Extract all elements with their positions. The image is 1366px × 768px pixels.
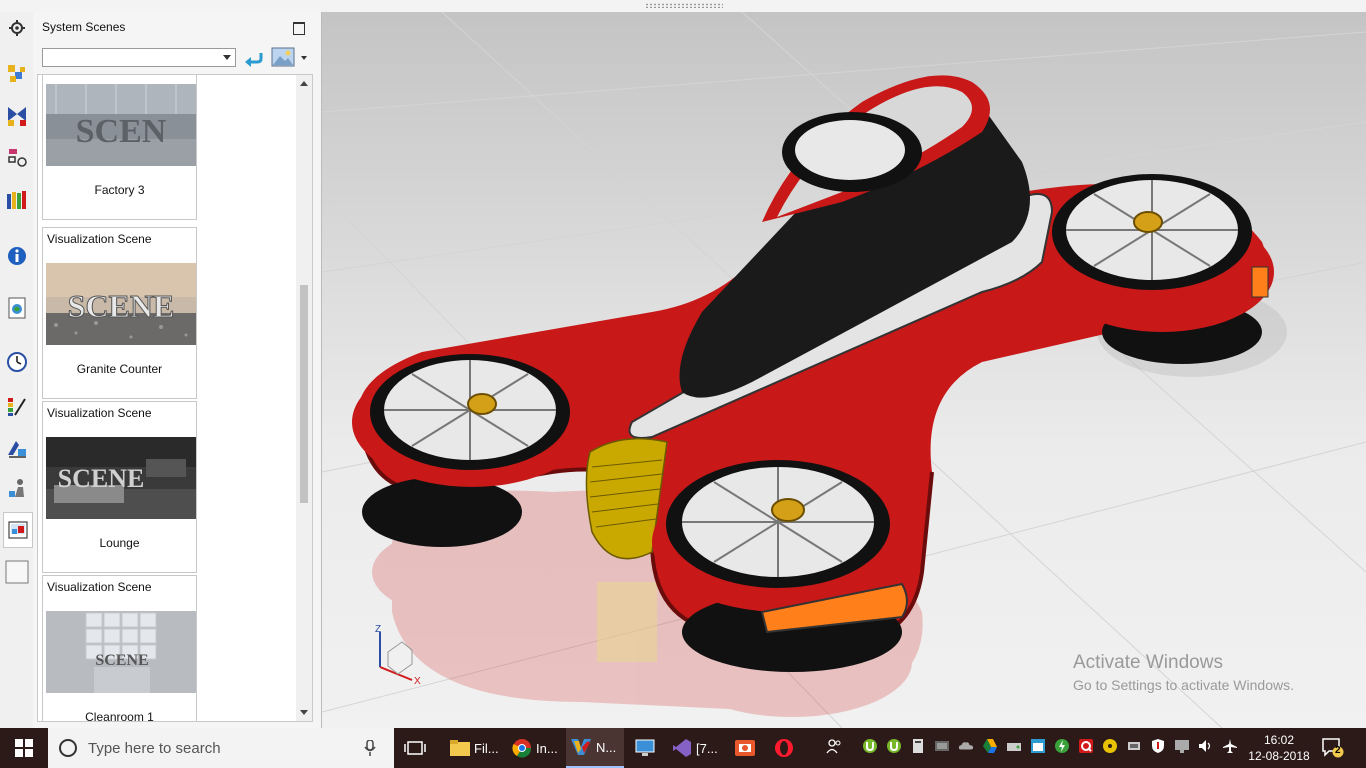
taskbar-app-opera[interactable]	[772, 728, 800, 768]
computer-icon	[635, 739, 655, 756]
usb-icon[interactable]	[1126, 738, 1142, 754]
splitter-grip[interactable]	[645, 3, 723, 8]
scene-combo[interactable]	[42, 48, 236, 67]
drone-model: Z X	[322, 12, 1366, 728]
opera-icon	[775, 739, 793, 757]
rotor-back-left	[782, 112, 922, 192]
svg-text:Z: Z	[375, 624, 381, 635]
scene-thumbnail: SCEN	[46, 84, 196, 166]
task-view-button[interactable]	[404, 728, 428, 768]
taskbar-app-media[interactable]	[730, 728, 762, 768]
nvidia-icon[interactable]	[934, 738, 950, 754]
utorrent-icon[interactable]	[862, 738, 878, 754]
undo-icon[interactable]	[243, 49, 265, 67]
visual-studio-icon	[673, 739, 691, 757]
taskbar-app-file-explorer[interactable]: Fil...	[446, 728, 508, 768]
svg-text:X: X	[414, 676, 421, 687]
people-icon[interactable]	[826, 738, 842, 754]
utorrent-2-icon[interactable]	[886, 738, 902, 754]
process-studio-icon[interactable]	[5, 436, 29, 460]
gear-icon[interactable]	[5, 16, 29, 40]
taskbar-app-chrome[interactable]: In...	[508, 728, 568, 768]
network-drive-icon[interactable]	[1006, 738, 1022, 754]
scene-list-scrollbar[interactable]	[296, 75, 312, 721]
scene-dropdown-arrow[interactable]	[301, 56, 307, 60]
scene-name: Cleanroom 1	[85, 710, 154, 722]
scene-name: Factory 3	[94, 183, 145, 197]
taskbar-clock[interactable]: 16:02 12-08-2018	[1248, 732, 1310, 764]
green-app-icon[interactable]	[1054, 738, 1070, 754]
q-app-icon[interactable]	[1078, 738, 1094, 754]
scroll-up-icon[interactable]	[300, 81, 308, 86]
web-browser-icon[interactable]	[5, 296, 29, 320]
chrome-icon	[512, 739, 532, 758]
panel-title: System Scenes	[42, 20, 126, 34]
taskbar-app-visual-studio[interactable]: [7...	[668, 728, 722, 768]
rotor-back-right	[1050, 174, 1274, 332]
svg-text:SCENE: SCENE	[68, 288, 175, 324]
storage-icon[interactable]	[910, 738, 926, 754]
onedrive-icon[interactable]	[958, 738, 974, 754]
scene-thumbnail: SCENE	[46, 611, 196, 693]
airplane-mode-icon[interactable]	[1222, 738, 1238, 754]
blank-icon[interactable]	[5, 560, 29, 584]
part-navigator-icon[interactable]	[5, 146, 29, 170]
scene-preview-icon[interactable]	[271, 47, 295, 67]
activate-windows-title: Activate Windows	[1073, 652, 1223, 673]
volume-icon[interactable]	[1198, 738, 1214, 754]
taskbar-search[interactable]: Type here to search	[48, 728, 394, 768]
assembly-navigator-icon[interactable]	[5, 62, 29, 86]
scene-name: Lounge	[99, 536, 140, 550]
google-drive-icon[interactable]	[982, 738, 998, 754]
display-icon[interactable]	[1174, 738, 1190, 754]
media-icon	[735, 740, 755, 756]
scene-card-granite-counter[interactable]: Visualization Scene SCENE Granite Counte…	[42, 227, 197, 399]
task-view-icon	[404, 741, 426, 755]
cortana-icon	[59, 739, 77, 757]
scene-thumbnail: SCENE	[46, 437, 196, 519]
maximize-icon[interactable]	[293, 22, 305, 35]
svg-text:SCENE: SCENE	[95, 652, 148, 669]
history-icon[interactable]	[5, 350, 29, 374]
graphics-viewport[interactable]: Z X Activate Windows Go to Settings to a…	[322, 12, 1366, 728]
taskbar-app-nx[interactable]: N...	[566, 728, 624, 768]
scene-thumbnail: SCENE	[46, 263, 196, 345]
svg-text:SCEN: SCEN	[76, 113, 167, 150]
scroll-thumb[interactable]	[300, 285, 308, 503]
start-button[interactable]	[0, 728, 48, 768]
scene-name: Granite Counter	[76, 362, 163, 376]
system-scenes-panel: System Scenes SCEN Factory 3 Visualizati…	[33, 12, 322, 728]
microphone-icon	[364, 740, 376, 756]
windows-icon	[15, 739, 33, 757]
info-icon[interactable]	[5, 244, 29, 268]
svg-text:SCENE: SCENE	[58, 464, 145, 493]
nx-icon	[571, 739, 591, 755]
system-scenes-icon[interactable]	[3, 512, 33, 548]
scroll-down-icon[interactable]	[300, 710, 308, 715]
constraint-navigator-icon[interactable]	[5, 104, 29, 128]
taskbar: Type here to search Fil... In... N... [7…	[0, 728, 1366, 768]
file-explorer-icon	[450, 740, 470, 756]
security-shield-icon[interactable]	[1150, 738, 1166, 754]
roles-icon[interactable]	[5, 476, 29, 500]
scene-card-lounge[interactable]: Visualization Scene SCENE Lounge	[42, 401, 197, 573]
cd-drive-icon[interactable]	[1102, 738, 1118, 754]
activate-windows-subtitle: Go to Settings to activate Windows.	[1073, 677, 1294, 693]
library-icon[interactable]	[5, 188, 29, 212]
notification-count: 2	[1335, 745, 1341, 756]
scene-list: SCEN Factory 3 Visualization Scene SCENE…	[37, 74, 313, 722]
color-palette-icon[interactable]	[5, 394, 29, 418]
scene-card-cleanroom-1[interactable]: Visualization Scene SCENE Cleanroom 1	[42, 575, 197, 722]
scene-card-factory-3[interactable]: SCEN Factory 3	[42, 75, 197, 220]
action-center-button[interactable]: 2	[1322, 738, 1344, 758]
calendar-app-icon[interactable]	[1030, 738, 1046, 754]
resource-bar	[0, 12, 34, 728]
chevron-down-icon	[223, 55, 231, 60]
taskbar-app-computer[interactable]	[630, 728, 664, 768]
